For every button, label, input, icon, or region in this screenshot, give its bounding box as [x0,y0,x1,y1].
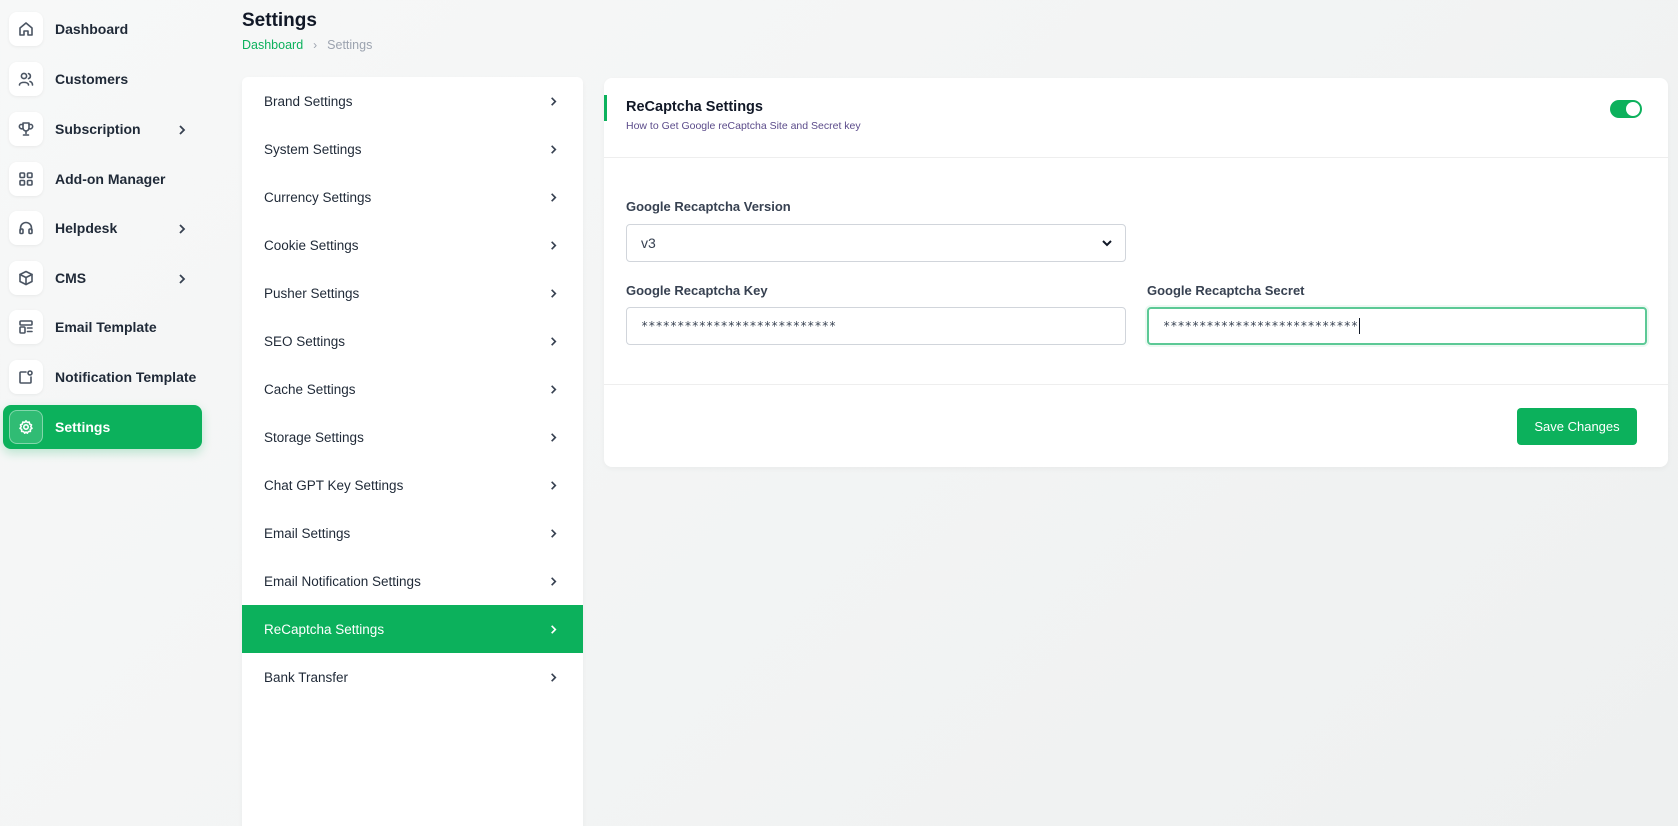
recaptcha-settings-card: ReCaptcha Settings How to Get Google reC… [604,78,1668,467]
chevron-right-icon [551,672,557,682]
sidebar-item-label: Subscription [55,121,141,137]
menu-item-cookie-settings[interactable]: Cookie Settings [242,221,583,269]
menu-item-email-notification-settings[interactable]: Email Notification Settings [242,557,583,605]
menu-item-recaptcha-settings[interactable]: ReCaptcha Settings [242,605,583,653]
gear-icon [9,410,43,444]
sidebar-item-email-template[interactable]: Email Template [3,305,202,349]
chevron-right-icon [551,240,557,250]
chevron-right-icon [176,222,188,234]
sidebar-item-notification-template[interactable]: Notification Template [3,355,202,399]
chevron-right-icon [551,192,557,202]
recaptcha-help-link[interactable]: How to Get Google reCaptcha Site and Sec… [626,120,861,132]
sidebar-item-dashboard[interactable]: Dashboard [3,7,202,51]
recaptcha-key-value: *************************** [641,319,837,333]
sidebar-item-settings[interactable]: Settings [3,405,202,449]
menu-item-email-settings[interactable]: Email Settings [242,509,583,557]
card-footer-divider [604,384,1668,385]
breadcrumb-current: Settings [327,38,373,52]
recaptcha-key-label: Google Recaptcha Key [626,283,768,298]
sidebar-item-label: Dashboard [55,21,129,37]
recaptcha-version-select[interactable]: v3 [626,224,1126,262]
recaptcha-secret-value: *************************** [1163,319,1359,333]
chevron-right-icon [551,480,557,490]
menu-item-system-settings[interactable]: System Settings [242,125,583,173]
menu-item-label: Email Settings [264,525,351,541]
settings-menu: Brand Settings System Settings Currency … [242,77,583,826]
menu-item-label: Storage Settings [264,429,364,445]
card-header-divider [604,157,1668,158]
breadcrumb: Dashboard › Settings [242,38,372,52]
menu-item-currency-settings[interactable]: Currency Settings [242,173,583,221]
sidebar-item-label: Add-on Manager [55,171,166,187]
menu-item-label: Chat GPT Key Settings [264,477,404,493]
menu-item-label: SEO Settings [264,333,346,349]
card-accent-bar [604,95,607,121]
chevron-right-icon [551,96,557,106]
sidebar-item-label: Settings [55,419,111,435]
toggle-knob [1626,102,1640,116]
recaptcha-version-value: v3 [641,235,656,251]
chevron-right-icon [551,144,557,154]
menu-item-label: Email Notification Settings [264,573,421,589]
chevron-down-icon [1102,240,1112,247]
menu-item-label: Bank Transfer [264,669,349,685]
recaptcha-version-label: Google Recaptcha Version [626,199,791,214]
trophy-icon [9,112,43,146]
menu-item-label: Cookie Settings [264,237,359,253]
users-icon [9,62,43,96]
recaptcha-key-input[interactable]: *************************** [626,307,1126,345]
headset-icon [9,211,43,245]
menu-item-label: ReCaptcha Settings [264,621,385,637]
sidebar-item-label: Helpdesk [55,220,118,236]
sidebar-item-cms[interactable]: CMS [3,256,202,300]
chevron-right-icon [551,336,557,346]
chevron-right-icon [551,384,557,394]
chevron-right-icon [551,432,557,442]
sidebar-item-customers[interactable]: Customers [3,57,202,101]
chevron-right-icon [551,288,557,298]
recaptcha-secret-input[interactable]: *************************** [1147,307,1647,345]
menu-item-pusher-settings[interactable]: Pusher Settings [242,269,583,317]
menu-item-cache-settings[interactable]: Cache Settings [242,365,583,413]
menu-item-seo-settings[interactable]: SEO Settings [242,317,583,365]
page-title: Settings [242,10,317,31]
breadcrumb-home-link[interactable]: Dashboard [242,38,303,52]
menu-item-brand-settings[interactable]: Brand Settings [242,77,583,125]
sidebar-item-add-on-manager[interactable]: Add-on Manager [3,157,202,201]
menu-item-label: Currency Settings [264,189,372,205]
menu-item-label: Cache Settings [264,381,356,397]
notification-icon [9,360,43,394]
chevron-right-icon [176,123,188,135]
menu-item-chat-gpt-key-settings[interactable]: Chat GPT Key Settings [242,461,583,509]
home-icon [9,12,43,46]
sidebar: Dashboard Customers Subscription Add-on … [0,0,210,826]
menu-item-label: Brand Settings [264,93,353,109]
sidebar-item-subscription[interactable]: Subscription [3,107,202,151]
breadcrumb-separator: › [313,38,318,52]
box-icon [9,261,43,295]
sidebar-item-label: Customers [55,71,129,87]
chevron-right-icon [551,576,557,586]
menu-item-label: Pusher Settings [264,285,360,301]
recaptcha-secret-label: Google Recaptcha Secret [1147,283,1305,298]
chevron-right-icon [551,624,557,634]
text-caret [1359,318,1361,334]
menu-item-storage-settings[interactable]: Storage Settings [242,413,583,461]
menu-item-label: System Settings [264,141,362,157]
sidebar-item-helpdesk[interactable]: Helpdesk [3,206,202,250]
template-icon [9,310,43,344]
chevron-right-icon [176,272,188,284]
save-changes-button[interactable]: Save Changes [1517,408,1637,445]
grid-icon [9,162,43,196]
sidebar-item-label: Notification Template [55,369,197,385]
sidebar-item-label: CMS [55,270,87,286]
chevron-right-icon [551,528,557,538]
card-title: ReCaptcha Settings [626,99,763,115]
sidebar-item-label: Email Template [55,319,157,335]
recaptcha-enable-toggle[interactable] [1610,100,1642,118]
menu-item-bank-transfer[interactable]: Bank Transfer [242,653,583,701]
